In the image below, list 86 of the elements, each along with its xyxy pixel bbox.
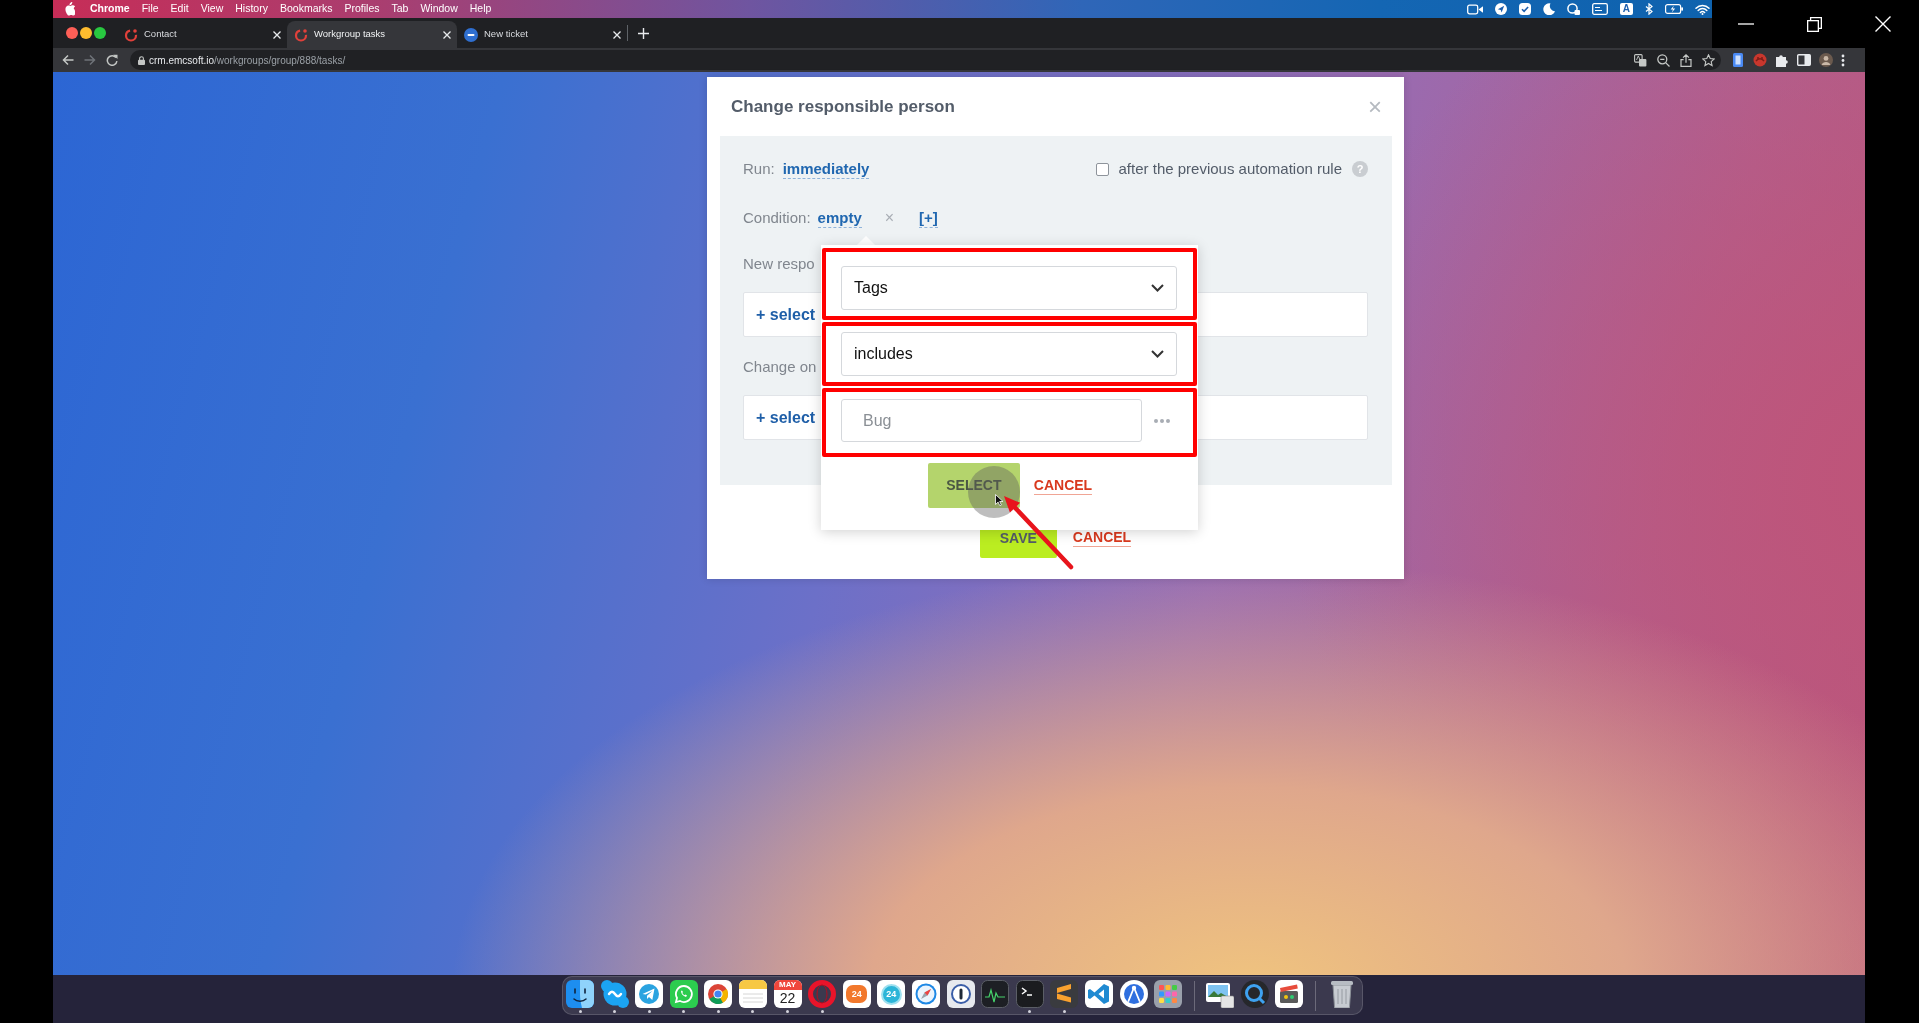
calendar-icon[interactable]: MAY 22 bbox=[773, 980, 802, 1008]
moon-icon[interactable] bbox=[1542, 3, 1555, 15]
wifi-icon[interactable] bbox=[1695, 3, 1710, 15]
compass-icon[interactable] bbox=[911, 980, 940, 1008]
menu-item[interactable]: View bbox=[200, 1, 224, 17]
navigation-arrow-icon[interactable] bbox=[1494, 3, 1507, 15]
landscape-photo-icon[interactable] bbox=[1206, 980, 1235, 1008]
run-mode-link[interactable]: immediately bbox=[782, 159, 870, 179]
phone-bubble-icon[interactable] bbox=[669, 980, 698, 1008]
field-label: Run: bbox=[743, 158, 775, 179]
menu-item[interactable]: Profiles bbox=[344, 1, 380, 17]
check-badge-icon[interactable] bbox=[1518, 3, 1531, 15]
broken-ring-icon bbox=[124, 27, 138, 42]
window-close-icon[interactable] bbox=[66, 27, 78, 39]
battery-icon[interactable] bbox=[1665, 4, 1683, 14]
new-tab-icon[interactable] bbox=[638, 27, 649, 39]
field-label: New respo bbox=[743, 254, 815, 274]
back-icon[interactable] bbox=[62, 54, 74, 66]
zoom-out-icon[interactable] bbox=[1657, 53, 1670, 67]
id-card-icon[interactable] bbox=[1591, 3, 1608, 15]
browser-tab[interactable]: New ticket bbox=[457, 21, 627, 48]
field-label: Change on bbox=[743, 357, 817, 377]
menu-item[interactable]: File bbox=[141, 1, 159, 17]
cancel-link[interactable]: CANCEL bbox=[1033, 476, 1093, 495]
dropdown-field[interactable]: Tags bbox=[841, 266, 1177, 310]
select-link[interactable]: + select bbox=[756, 302, 816, 327]
notepad-icon[interactable] bbox=[738, 980, 767, 1008]
condition-link[interactable]: empty bbox=[817, 208, 862, 228]
magnifier-icon[interactable] bbox=[1240, 980, 1269, 1008]
smiling-face-icon[interactable] bbox=[566, 980, 594, 1008]
drafting-compass-icon[interactable] bbox=[1119, 980, 1148, 1008]
bluetooth-icon[interactable] bbox=[1645, 3, 1653, 15]
speech-cloud-icon[interactable] bbox=[600, 980, 629, 1008]
graph-monitor-icon[interactable] bbox=[981, 980, 1010, 1008]
checkbox-label: after the previous automation rule bbox=[1118, 158, 1342, 179]
browser-tab[interactable]: Contact bbox=[117, 21, 287, 48]
reload-icon[interactable] bbox=[106, 54, 118, 66]
document-icon[interactable] bbox=[1731, 53, 1745, 67]
menu-item[interactable]: Bookmarks bbox=[279, 1, 333, 17]
dropdown-field[interactable]: includes bbox=[841, 332, 1177, 376]
dialog-title: Change responsible person bbox=[731, 95, 955, 118]
ring-icon[interactable] bbox=[808, 980, 837, 1008]
restore-icon[interactable] bbox=[1807, 16, 1822, 32]
round-logo-icon bbox=[464, 27, 478, 42]
slanted-bands-icon[interactable] bbox=[1050, 980, 1079, 1008]
window-zoom-icon[interactable] bbox=[94, 27, 106, 39]
translate-icon[interactable] bbox=[1634, 53, 1647, 67]
menu-item[interactable]: Help bbox=[469, 1, 492, 17]
film-clapper-icon[interactable] bbox=[1275, 980, 1304, 1008]
lock-icon bbox=[138, 55, 145, 65]
close-icon[interactable] bbox=[443, 30, 451, 39]
puzzle-icon[interactable] bbox=[1775, 53, 1789, 67]
star-icon[interactable] bbox=[1702, 53, 1715, 67]
keyhole-icon[interactable] bbox=[946, 980, 975, 1008]
browser-tab[interactable]: Workgroup tasks bbox=[287, 21, 457, 48]
more-dots-icon[interactable] bbox=[1154, 418, 1170, 423]
window-minimize-icon[interactable] bbox=[80, 27, 92, 39]
more-menu-icon[interactable] bbox=[1841, 53, 1845, 67]
menu-item[interactable]: Edit bbox=[170, 1, 189, 17]
input-field[interactable]: Bug bbox=[841, 399, 1142, 442]
share-icon[interactable] bbox=[1680, 53, 1692, 67]
paper-plane-icon[interactable] bbox=[635, 980, 664, 1008]
field-label: Condition: bbox=[743, 207, 811, 228]
magnifier-lock-icon[interactable] bbox=[1566, 3, 1580, 15]
menu-item[interactable]: Tab bbox=[391, 1, 409, 17]
terminal-icon[interactable] bbox=[1015, 980, 1044, 1008]
menu-item[interactable]: Window bbox=[420, 1, 458, 17]
mouse-cursor-icon bbox=[995, 494, 1003, 506]
sidebar-icon[interactable] bbox=[1797, 53, 1811, 67]
address-bar[interactable]: crm.emcsoft.io/workgroups/group/888/tasks/ bbox=[130, 50, 1721, 70]
app-grid-icon[interactable] bbox=[1154, 980, 1183, 1008]
avatar-icon[interactable] bbox=[1819, 53, 1833, 67]
close-icon[interactable] bbox=[273, 30, 281, 39]
close-icon[interactable] bbox=[613, 30, 621, 39]
chevron-down-icon bbox=[1151, 350, 1164, 358]
apple-icon[interactable] bbox=[64, 2, 75, 16]
app-menu[interactable]: Chrome bbox=[90, 1, 130, 17]
chevron-down-icon bbox=[1151, 284, 1164, 292]
select-link[interactable]: + select bbox=[756, 405, 816, 430]
broken-ring-icon bbox=[294, 27, 308, 42]
menu-item[interactable]: History bbox=[235, 1, 268, 17]
checkbox[interactable] bbox=[1095, 162, 1109, 176]
input-source-indicator[interactable]: A bbox=[1619, 3, 1633, 15]
video-camera-icon[interactable] bbox=[1466, 3, 1483, 15]
add-condition-link[interactable]: [+] bbox=[919, 208, 938, 228]
ribbon-icon[interactable] bbox=[1084, 980, 1113, 1008]
